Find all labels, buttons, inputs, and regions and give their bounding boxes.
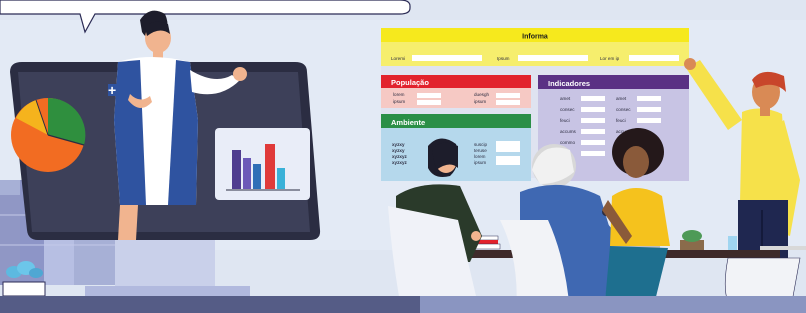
indicadores-c1-2: consec bbox=[560, 107, 575, 112]
bar-2 bbox=[243, 158, 251, 189]
ambiente-label-8: ipsum bbox=[474, 160, 486, 165]
top-label-1: Loremi bbox=[391, 56, 405, 61]
floor-shadow bbox=[0, 296, 420, 313]
ambiente-label-7: lorem bbox=[474, 154, 486, 159]
bar-3 bbox=[253, 164, 261, 189]
meeting-scene-illustration: + Informa Loremi Ipsum Lor em ip Populaç… bbox=[0, 0, 806, 313]
monitor-pie-chart bbox=[11, 97, 86, 172]
indicadores-c1-1: amet bbox=[560, 96, 571, 101]
populacao-label-2: ipsum bbox=[393, 99, 405, 104]
ambiente-label-6: teruse bbox=[474, 148, 487, 153]
populacao-heading: População bbox=[391, 78, 429, 87]
indicadores-c1-3: feuci bbox=[560, 118, 570, 123]
top-label-3: Lor em ip bbox=[600, 56, 620, 61]
indicadores-c2-2: consec bbox=[616, 107, 631, 112]
indicadores-c1-5: commo bbox=[560, 140, 576, 145]
indicadores-c2-1: amet bbox=[616, 96, 627, 101]
top-label-2: Ipsum bbox=[497, 56, 510, 61]
ambiente-heading: Ambiente bbox=[391, 118, 425, 127]
populacao-label-3: duesgh bbox=[474, 92, 490, 97]
indicadores-heading: Indicadores bbox=[548, 79, 590, 88]
populacao-label-1: lorem bbox=[393, 92, 405, 97]
ambiente-label-5: suscip bbox=[474, 142, 487, 147]
monitor-bar-chart bbox=[215, 128, 310, 200]
ambiente-label-1: xyzxy bbox=[392, 142, 405, 147]
bar-5 bbox=[277, 168, 285, 189]
ambiente-label-2: xyzxy bbox=[392, 148, 405, 153]
dashboard-title: Informa bbox=[522, 34, 548, 41]
populacao-label-4: ipsum bbox=[474, 99, 486, 104]
ambiente-label-4: xyzxyz bbox=[392, 160, 408, 165]
indicadores-c1-4: accums bbox=[560, 129, 577, 134]
bar-4 bbox=[265, 144, 275, 189]
ambiente-label-3: xyzxyz bbox=[392, 154, 408, 159]
svg-text:+: + bbox=[108, 82, 116, 98]
indicadores-c2-3: feuci bbox=[616, 118, 626, 123]
bar-1 bbox=[232, 150, 241, 189]
